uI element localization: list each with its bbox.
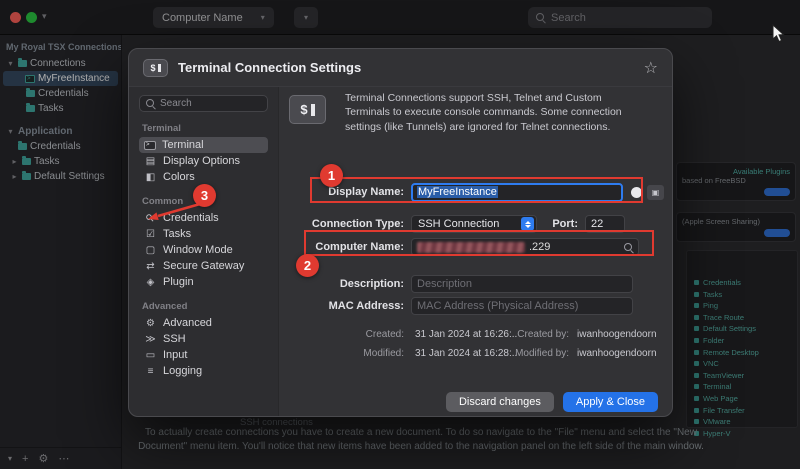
dialog-header: $ Terminal Connection Settings ☆: [129, 49, 672, 87]
description-label: Description:: [279, 278, 411, 290]
created-label: Created:: [279, 329, 411, 340]
stepper-icon: [521, 217, 534, 231]
nav-item-advanced[interactable]: ⚙ Advanced: [139, 315, 268, 331]
connection-type-label: Connection Type:: [279, 218, 411, 230]
ssh-icon: ≫: [144, 334, 157, 345]
display-options-icon: ▤: [144, 156, 157, 167]
modified-row: Modified: 31 Jan 2024 at 16:28:.. Modifi…: [279, 346, 672, 360]
nav-item-tasks[interactable]: ☑ Tasks: [139, 226, 268, 242]
terminal-connection-icon: $: [143, 59, 168, 77]
dialog-nav: Search Terminal > Terminal ▤ Display Opt…: [129, 87, 279, 416]
nav-item-terminal[interactable]: > Terminal: [139, 137, 268, 153]
colors-icon: ◧: [144, 172, 157, 183]
plugin-icon: ◈: [144, 277, 157, 288]
nav-item-colors[interactable]: ◧ Colors: [139, 169, 268, 185]
modified-by-value: iwanhoogendoorn: [577, 348, 657, 359]
annotation-box-display-name: [310, 177, 643, 203]
annotation-step-1: 1: [320, 164, 343, 187]
nav-item-input[interactable]: ▭ Input: [139, 347, 268, 363]
mac-address-row: MAC Address:: [279, 296, 672, 316]
nav-section-advanced: Advanced: [142, 301, 265, 312]
created-row: Created: 31 Jan 2024 at 16:26:.. Created…: [279, 327, 672, 341]
annotation-box-computer-name: [304, 230, 654, 256]
description-input[interactable]: [411, 275, 633, 293]
royal-tsx-window: ▾ Computer Name ▾ ▾ Search My Royal TSX …: [0, 0, 800, 469]
favorite-star-icon[interactable]: ☆: [644, 58, 658, 78]
nav-item-logging[interactable]: ≡ Logging: [139, 363, 268, 379]
tasks-icon: ☑: [144, 229, 157, 240]
nav-item-display-options[interactable]: ▤ Display Options: [139, 153, 268, 169]
description-row: Description:: [279, 274, 672, 294]
created-by-value: iwanhoogendoorn: [577, 329, 657, 340]
mac-address-label: MAC Address:: [279, 300, 411, 312]
terminal-icon: >: [144, 141, 156, 150]
nav-item-plugin[interactable]: ◈ Plugin: [139, 274, 268, 290]
annotation-arrow: [142, 200, 204, 224]
created-by-label: Created by:: [469, 329, 569, 340]
secure-gateway-icon: ⇄: [144, 261, 157, 272]
annotation-step-2: 2: [296, 254, 319, 277]
nav-item-secure-gateway[interactable]: ⇄ Secure Gateway: [139, 258, 268, 274]
mouse-cursor: [772, 24, 785, 43]
dialog-info-text: Terminal Connections support SSH, Telnet…: [345, 91, 641, 134]
apply-close-button[interactable]: Apply & Close: [563, 392, 658, 412]
modified-label: Modified:: [279, 348, 411, 359]
icon-picker-button[interactable]: ▣: [647, 185, 664, 200]
discard-changes-button[interactable]: Discard changes: [446, 392, 554, 412]
window-mode-icon: ▢: [144, 245, 157, 256]
modified-by-label: Modified by:: [469, 348, 569, 359]
port-label: Port:: [537, 218, 585, 230]
gear-icon: ⚙: [144, 318, 157, 329]
nav-item-ssh[interactable]: ≫ SSH: [139, 331, 268, 347]
terminal-connection-icon: $: [289, 95, 326, 124]
search-icon: [146, 99, 155, 108]
input-icon: ▭: [144, 350, 157, 361]
nav-item-window-mode[interactable]: ▢ Window Mode: [139, 242, 268, 258]
mac-address-input[interactable]: [411, 297, 633, 315]
logging-icon: ≡: [144, 366, 157, 377]
dialog-title: Terminal Connection Settings: [178, 60, 361, 75]
nav-section-terminal: Terminal: [142, 123, 265, 134]
dialog-search-field[interactable]: Search: [139, 95, 268, 112]
